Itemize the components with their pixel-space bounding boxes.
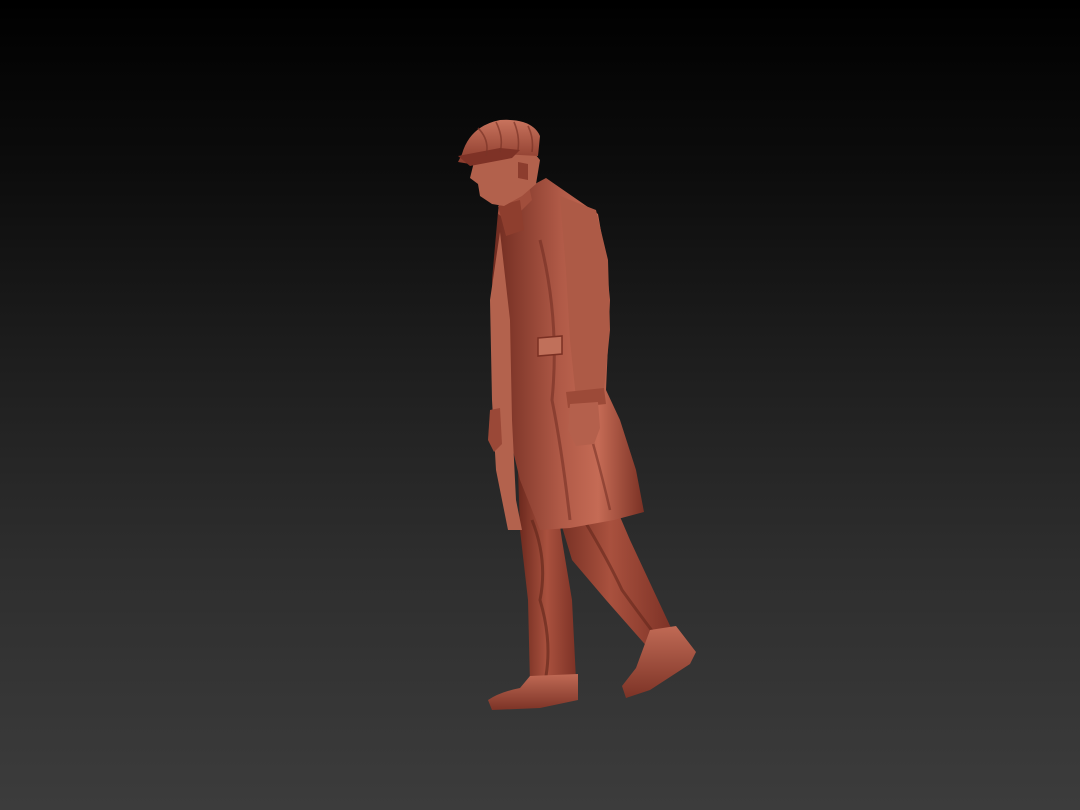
back-shoe (488, 674, 578, 710)
left-hand (488, 408, 502, 452)
hand (568, 402, 600, 446)
ear (518, 162, 528, 180)
coat-pocket-flap (537, 335, 563, 357)
front-shoe (622, 626, 696, 698)
sculpt-model-figure (458, 119, 696, 710)
render-viewport[interactable] (0, 0, 1080, 810)
